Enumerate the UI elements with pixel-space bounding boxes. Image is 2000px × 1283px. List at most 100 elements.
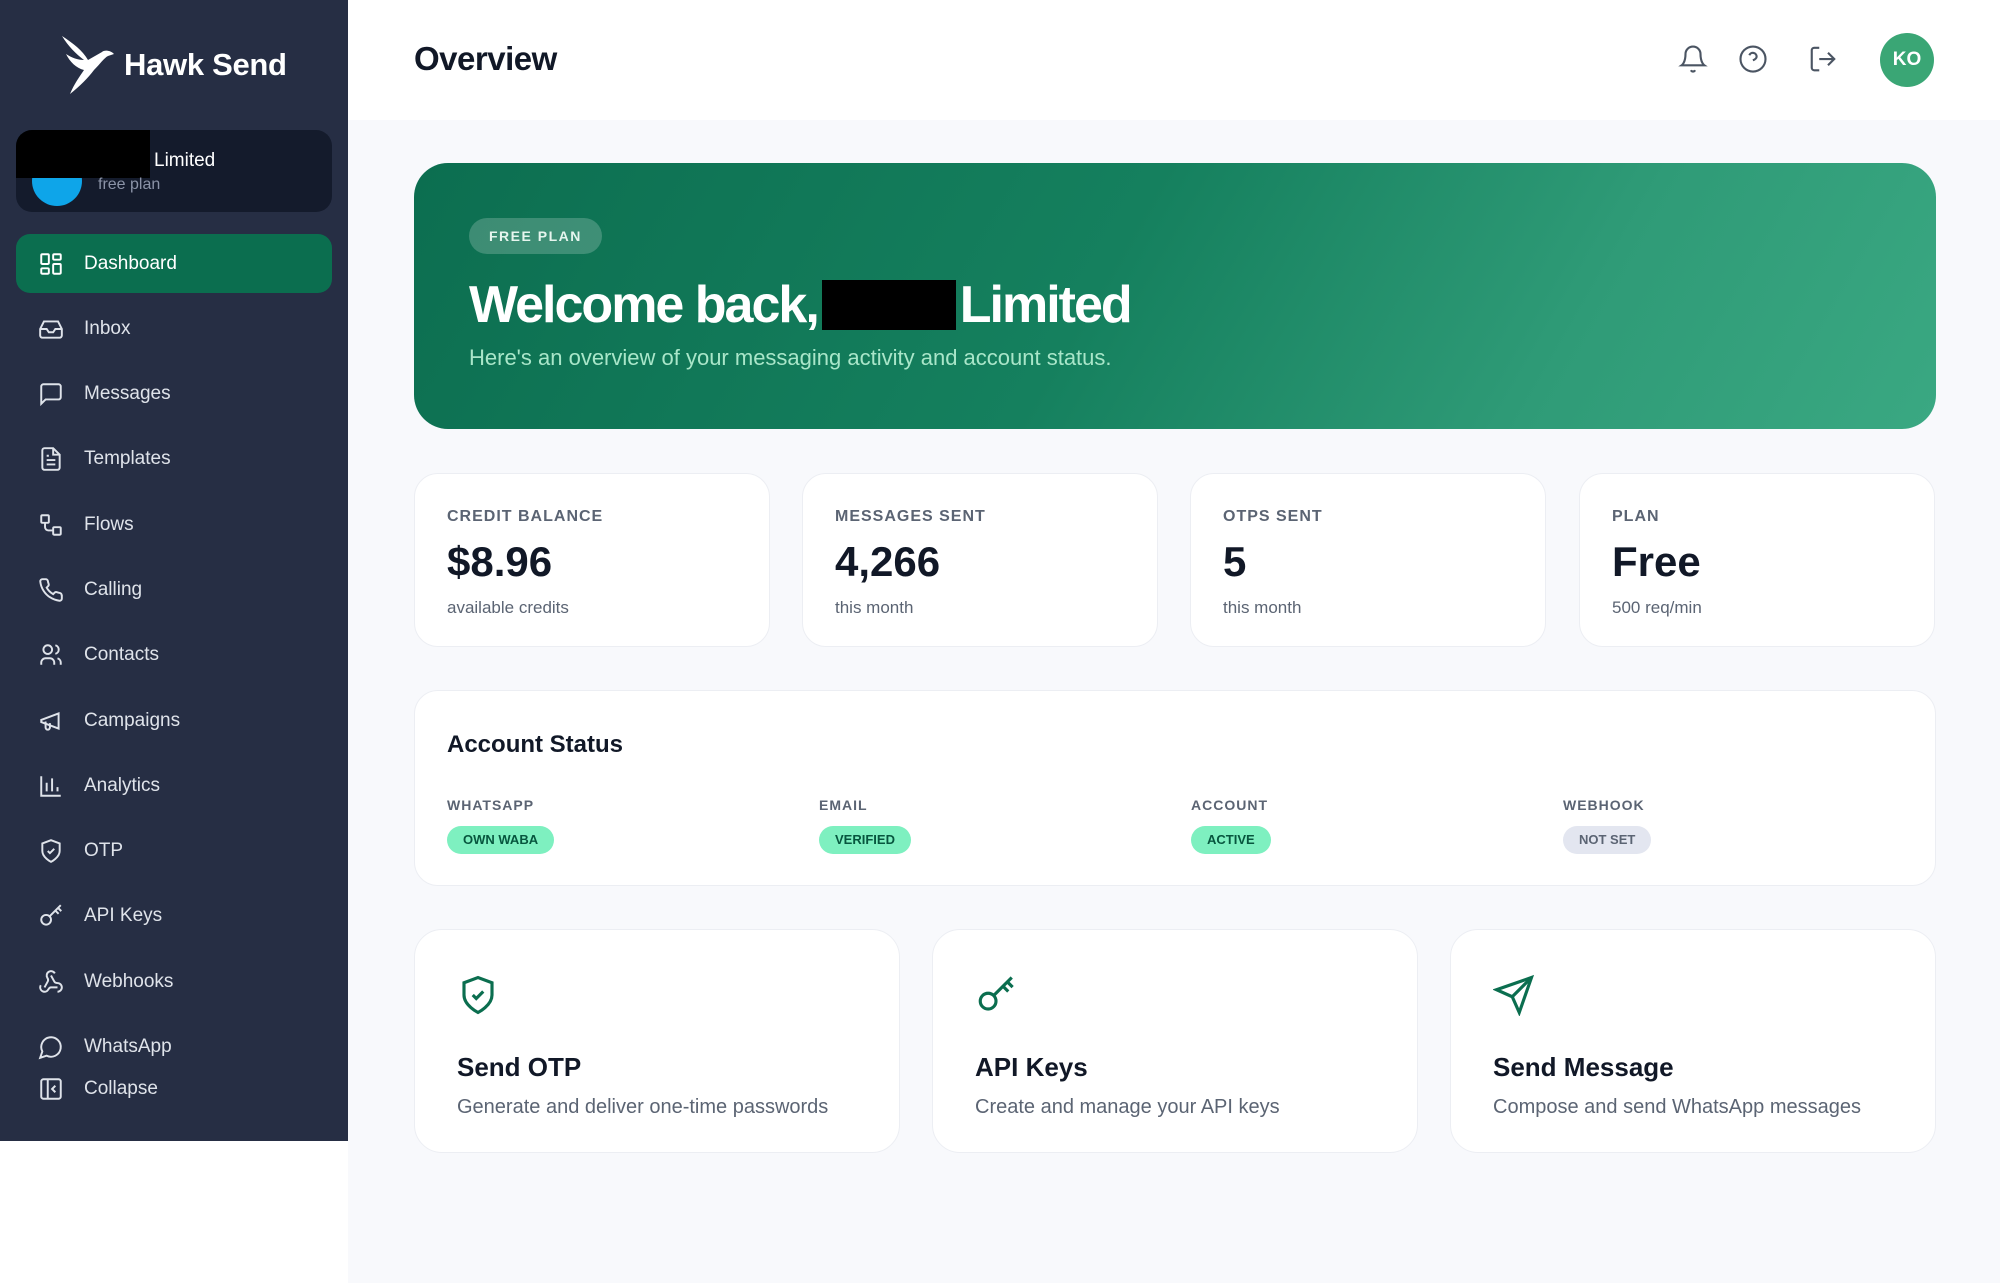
bell-icon: [1678, 45, 1708, 73]
redaction-block: [821, 280, 956, 330]
account-name: Limited: [154, 150, 216, 171]
stat-label: CREDIT BALANCE: [447, 508, 604, 525]
action-desc: Compose and send WhatsApp messages: [1493, 1096, 1861, 1118]
sidebar-item-campaigns[interactable]: Campaigns: [16, 691, 332, 750]
stat-sub: available credits: [447, 598, 569, 617]
sidebar-item-api-keys[interactable]: API Keys: [16, 887, 332, 946]
action-desc: Generate and deliver one-time passwords: [457, 1096, 829, 1118]
sidebar-item-label: Inbox: [84, 317, 131, 339]
sidebar-item-label: Flows: [84, 513, 134, 535]
shield-check-icon: [457, 974, 499, 1016]
account-plan: free plan: [98, 176, 161, 193]
webhook-icon: [39, 969, 63, 993]
sidebar-item-dashboard[interactable]: Dashboard: [16, 234, 332, 293]
sidebar-item-label: API Keys: [84, 905, 163, 927]
sidebar-item-analytics[interactable]: Analytics: [16, 756, 332, 815]
stat-label: MESSAGES SENT: [835, 508, 986, 525]
page-title: Overview: [414, 40, 557, 77]
account-status-card: Account Status WHATSAPP OWN WABA EMAIL V…: [414, 690, 1936, 886]
sidebar-item-templates[interactable]: Templates: [16, 430, 332, 489]
hawk-logo-icon: [62, 36, 114, 94]
status-badge: NOT SET: [1563, 826, 1652, 854]
key-icon: [40, 904, 62, 927]
stat-value: $8.96: [447, 538, 553, 585]
stat-card-plan: PLAN Free 500 req/min: [1579, 473, 1935, 647]
sidebar-item-otp[interactable]: OTP: [16, 822, 332, 881]
status-badge: VERIFIED: [819, 826, 911, 854]
sidebar-item-label: Contacts: [84, 644, 159, 666]
sidebar-item-label: Messages: [84, 383, 171, 405]
sidebar-item-contacts[interactable]: Contacts: [16, 626, 332, 685]
sidebar-item-webhooks[interactable]: Webhooks: [16, 952, 332, 1011]
stat-sub: 500 req/min: [1612, 598, 1702, 617]
account-switcher[interactable]: Limited free plan: [16, 130, 332, 212]
sidebar: Hawk Send Limited free plan Dashboard In…: [0, 0, 348, 1141]
status-account: ACCOUNT ACTIVE: [1191, 797, 1271, 854]
sidebar-item-label: Calling: [84, 578, 143, 600]
status-webhook: WEBHOOK NOT SET: [1563, 797, 1652, 854]
sidebar-item-whatsapp[interactable]: WhatsApp: [16, 1018, 332, 1077]
key-icon: [975, 974, 1017, 1016]
action-card-api-keys[interactable]: API Keys Create and manage your API keys: [932, 929, 1418, 1153]
flow-icon: [40, 513, 62, 536]
stat-card-otps-sent: OTPS SENT 5 this month: [1190, 473, 1546, 647]
bar-chart-icon: [40, 776, 61, 797]
plan-badge: FREE PLAN: [469, 218, 602, 254]
main-content: FREE PLAN Welcome back, Limited Here's a…: [348, 120, 2000, 1283]
sidebar-item-label: Campaigns: [84, 709, 181, 731]
sidebar-item-messages[interactable]: Messages: [16, 365, 332, 424]
logout-button[interactable]: [1808, 44, 1838, 74]
sidebar-item-label: OTP: [84, 840, 124, 862]
brand-name: Hawk Send: [124, 47, 287, 82]
message-square-icon: [40, 383, 62, 407]
sidebar-item-label: WhatsApp: [84, 1036, 172, 1058]
stat-value: Free: [1612, 538, 1701, 585]
stat-value: 5: [1223, 538, 1247, 585]
sidebar-item-flows[interactable]: Flows: [16, 495, 332, 554]
brand-logo[interactable]: Hawk Send: [60, 34, 287, 96]
stat-sub: this month: [835, 598, 914, 617]
inbox-icon: [39, 320, 63, 339]
action-card-send-otp[interactable]: Send OTP Generate and deliver one-time p…: [414, 929, 900, 1153]
whatsapp-icon: [38, 1036, 62, 1060]
send-icon: [1492, 974, 1535, 1017]
top-header: Overview KO: [348, 0, 2000, 120]
status-label: WHATSAPP: [447, 797, 535, 813]
dashboard-icon: [40, 252, 62, 275]
welcome-subtitle: Here's an overview of your messaging act…: [469, 345, 1112, 370]
action-title: API Keys: [975, 1052, 1088, 1082]
phone-icon: [39, 578, 63, 602]
help-button[interactable]: [1738, 44, 1768, 74]
redaction-block: [16, 130, 150, 178]
sidebar-item-label: Templates: [84, 448, 171, 470]
account-status-title: Account Status: [447, 731, 624, 758]
welcome-banner: FREE PLAN Welcome back, Limited Here's a…: [414, 163, 1936, 429]
stat-card-messages-sent: MESSAGES SENT 4,266 this month: [802, 473, 1158, 647]
welcome-title: Welcome back, Limited: [469, 275, 1133, 335]
shield-check-icon: [41, 839, 61, 864]
sidebar-item-label: Analytics: [84, 774, 161, 796]
welcome-title-suffix: Limited: [959, 276, 1133, 334]
sidebar-item-calling[interactable]: Calling: [16, 560, 332, 619]
action-desc: Create and manage your API keys: [975, 1096, 1280, 1118]
sidebar-item-inbox[interactable]: Inbox: [16, 299, 332, 358]
logout-icon: [1810, 46, 1836, 72]
action-title: Send Message: [1493, 1052, 1674, 1082]
user-avatar[interactable]: KO: [1880, 33, 1934, 87]
status-email: EMAIL VERIFIED: [819, 797, 911, 854]
notifications-button[interactable]: [1678, 44, 1708, 74]
action-card-send-message[interactable]: Send Message Compose and send WhatsApp m…: [1450, 929, 1936, 1153]
stat-card-credit-balance: CREDIT BALANCE $8.96 available credits: [414, 473, 770, 647]
status-label: EMAIL: [819, 797, 868, 813]
users-icon: [40, 644, 62, 666]
status-badge: ACTIVE: [1191, 826, 1271, 854]
sidebar-item-label: Webhooks: [84, 970, 174, 992]
collapse-button[interactable]: Collapse: [38, 1076, 158, 1102]
sidebar-nav: Dashboard Inbox Messages Templates Flows…: [16, 234, 332, 1083]
action-title: Send OTP: [457, 1052, 582, 1082]
stat-label: OTPS SENT: [1223, 508, 1323, 525]
stat-sub: this month: [1223, 598, 1302, 617]
welcome-title-prefix: Welcome back,: [469, 276, 820, 334]
collapse-panel-icon: [40, 1078, 62, 1100]
megaphone-icon: [40, 711, 60, 731]
